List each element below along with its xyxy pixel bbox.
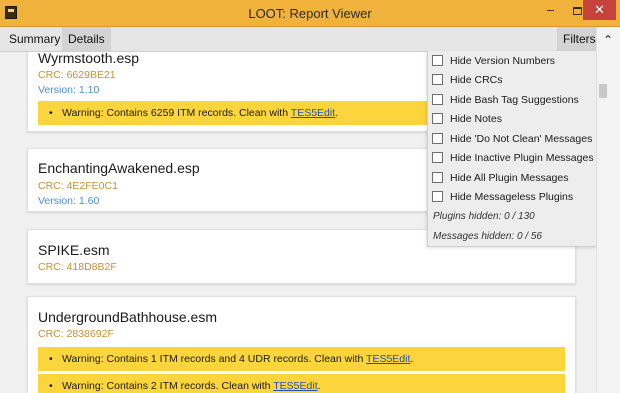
close-icon: ✕ bbox=[594, 2, 605, 17]
plugin-crc: CRC: 418D8B2F bbox=[38, 261, 117, 273]
filter-hide-messageless-plugins[interactable]: Hide Messageless Plugins bbox=[432, 188, 595, 207]
scrollbar-thumb[interactable] bbox=[599, 84, 607, 98]
plugin-crc: CRC: 6629BE21 bbox=[38, 69, 116, 81]
filter-hide-bash-tag-suggestions[interactable]: Hide Bash Tag Suggestions bbox=[432, 91, 595, 110]
tab-bar: Summary Details Filters bbox=[0, 27, 620, 52]
checkbox[interactable] bbox=[432, 94, 443, 105]
chevron-up-icon[interactable]: ⌃ bbox=[603, 33, 613, 47]
checkbox[interactable] bbox=[432, 74, 443, 85]
plugin-crc: CRC: 2838692F bbox=[38, 328, 114, 340]
minimize-button[interactable]: – bbox=[537, 0, 564, 20]
filters-panel: Hide Version Numbers Hide CRCs Hide Bash… bbox=[427, 51, 596, 247]
filter-hide-inactive-plugin-messages[interactable]: Hide Inactive Plugin Messages bbox=[432, 149, 595, 168]
filter-hide-version-numbers[interactable]: Hide Version Numbers bbox=[432, 52, 595, 71]
plugin-name: SPIKE.esm bbox=[38, 242, 110, 258]
minimize-icon: – bbox=[546, 2, 555, 17]
checkbox[interactable] bbox=[432, 113, 443, 124]
filter-hide-crcs[interactable]: Hide CRCs bbox=[432, 71, 595, 90]
plugin-card: UndergroundBathhouse.esm CRC: 2838692F •… bbox=[27, 296, 576, 393]
warning-message: • Warning: Contains 2 ITM records. Clean… bbox=[38, 374, 565, 393]
checkbox[interactable] bbox=[432, 55, 443, 66]
tes5edit-link[interactable]: TES5Edit bbox=[366, 353, 410, 365]
plugin-name: Wyrmstooth.esp bbox=[38, 52, 140, 66]
checkbox[interactable] bbox=[432, 133, 443, 144]
vertical-scrollbar[interactable]: ⌃ bbox=[596, 27, 620, 393]
close-button[interactable]: ✕ bbox=[583, 0, 616, 20]
plugin-crc: CRC: 4E2FE0C1 bbox=[38, 180, 118, 192]
window-title: LOOT: Report Viewer bbox=[248, 6, 372, 21]
tab-details[interactable]: Details bbox=[62, 27, 111, 51]
plugin-name: UndergroundBathhouse.esm bbox=[38, 309, 218, 325]
messages-hidden-count: Messages hidden: 0 / 56 bbox=[433, 231, 542, 242]
checkbox[interactable] bbox=[432, 172, 443, 183]
plugin-version: Version: 1.60 bbox=[38, 195, 100, 207]
tab-summary[interactable]: Summary bbox=[3, 27, 66, 51]
filters-button[interactable]: Filters bbox=[557, 27, 602, 51]
tes5edit-link[interactable]: TES5Edit bbox=[291, 107, 335, 119]
title-bar: LOOT: Report Viewer – ✕ bbox=[0, 0, 620, 27]
checkbox[interactable] bbox=[432, 152, 443, 163]
filter-hide-do-not-clean[interactable]: Hide 'Do Not Clean' Messages bbox=[432, 130, 595, 149]
plugin-name: EnchantingAwakened.esp bbox=[38, 160, 200, 176]
filter-hide-notes[interactable]: Hide Notes bbox=[432, 110, 595, 129]
plugins-hidden-count: Plugins hidden: 0 / 130 bbox=[433, 211, 535, 222]
checkbox[interactable] bbox=[432, 191, 443, 202]
maximize-icon bbox=[572, 6, 582, 15]
tes5edit-link[interactable]: TES5Edit bbox=[273, 380, 317, 392]
plugin-version: Version: 1.10 bbox=[38, 84, 100, 96]
warning-message: • Warning: Contains 1 ITM records and 4 … bbox=[38, 347, 565, 371]
filter-hide-all-plugin-messages[interactable]: Hide All Plugin Messages bbox=[432, 169, 595, 188]
